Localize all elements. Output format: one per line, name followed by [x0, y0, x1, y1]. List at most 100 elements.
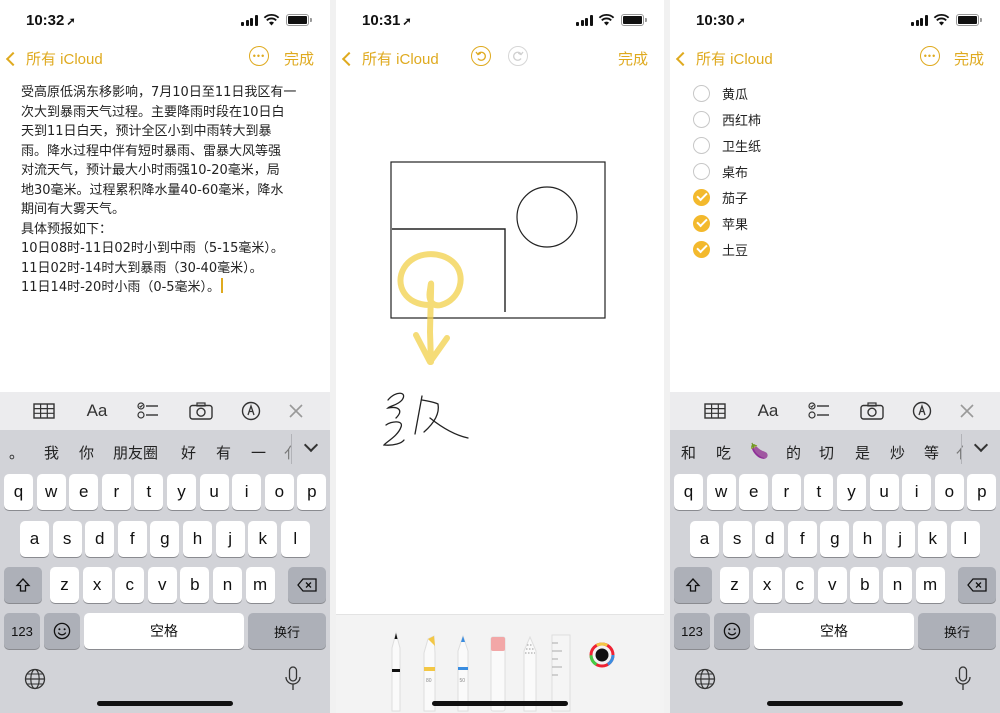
- more-icon[interactable]: •••: [249, 46, 269, 66]
- key-w[interactable]: w: [36, 474, 66, 510]
- checklist-item[interactable]: 黄瓜: [693, 80, 1000, 106]
- done-button[interactable]: 完成: [954, 48, 984, 69]
- unchecked-circle-icon[interactable]: [693, 110, 710, 128]
- table-icon[interactable]: [704, 401, 726, 421]
- numbers-key[interactable]: 123: [4, 613, 40, 649]
- candidate-word[interactable]: 是: [855, 442, 870, 463]
- key-u[interactable]: u: [199, 474, 229, 510]
- checked-circle-icon[interactable]: [693, 188, 710, 206]
- key-j[interactable]: j: [215, 521, 245, 557]
- key-e[interactable]: e: [69, 474, 99, 510]
- key-f[interactable]: f: [787, 521, 817, 557]
- key-x[interactable]: x: [752, 567, 782, 603]
- key-a[interactable]: a: [20, 521, 49, 557]
- key-x[interactable]: x: [82, 567, 112, 603]
- key-w[interactable]: w: [706, 474, 736, 510]
- key-r[interactable]: r: [771, 474, 801, 510]
- done-button[interactable]: 完成: [284, 48, 314, 69]
- key-i[interactable]: i: [902, 474, 932, 510]
- redo-icon[interactable]: [508, 46, 528, 66]
- key-z[interactable]: z: [50, 567, 79, 603]
- checklist-item[interactable]: 西红柿: [693, 106, 1000, 132]
- back-button[interactable]: 所有 iCloud: [675, 48, 773, 69]
- checklist-item[interactable]: 土豆: [693, 236, 1000, 262]
- key-n[interactable]: n: [883, 567, 912, 603]
- delete-key[interactable]: [958, 567, 996, 603]
- key-r[interactable]: r: [101, 474, 131, 510]
- key-h[interactable]: h: [183, 521, 212, 557]
- candidate-word[interactable]: 一: [251, 442, 266, 463]
- key-k[interactable]: k: [918, 521, 948, 557]
- key-i[interactable]: i: [232, 474, 262, 510]
- key-p[interactable]: p: [297, 474, 327, 510]
- candidate-word[interactable]: 切: [819, 442, 834, 463]
- candidate-word[interactable]: 吃: [716, 442, 731, 463]
- candidate-word[interactable]: 好: [181, 442, 196, 463]
- key-c[interactable]: c: [115, 567, 145, 603]
- space-key[interactable]: 空格: [754, 613, 914, 649]
- key-y[interactable]: y: [837, 474, 866, 510]
- shift-key[interactable]: [4, 567, 42, 603]
- return-key[interactable]: 换行: [248, 613, 326, 649]
- done-button[interactable]: 完成: [618, 48, 648, 69]
- checklist-item[interactable]: 卫生纸: [693, 132, 1000, 158]
- key-g[interactable]: g: [150, 521, 180, 557]
- undo-icon[interactable]: [471, 46, 491, 66]
- checklist-item[interactable]: 茄子: [693, 184, 1000, 210]
- color-picker-icon[interactable]: [589, 642, 615, 668]
- ruler-tool[interactable]: [551, 634, 571, 712]
- pencil-tool[interactable]: 50: [457, 634, 469, 712]
- checklist-icon[interactable]: [808, 401, 830, 421]
- candidate-word[interactable]: 🍆: [750, 442, 769, 460]
- format-button[interactable]: Aa: [756, 401, 780, 421]
- key-m[interactable]: m: [915, 567, 945, 603]
- key-j[interactable]: j: [885, 521, 915, 557]
- candidate-word[interactable]: 和: [681, 442, 696, 463]
- key-s[interactable]: s: [722, 521, 752, 557]
- candidate-word[interactable]: 亻: [956, 442, 971, 463]
- numbers-key[interactable]: 123: [674, 613, 710, 649]
- chevron-down-icon[interactable]: [973, 437, 989, 453]
- candidate-word[interactable]: 炒: [890, 442, 905, 463]
- pen-tool[interactable]: [391, 631, 401, 712]
- microphone-icon[interactable]: [954, 666, 972, 696]
- key-g[interactable]: g: [820, 521, 850, 557]
- checklist-icon[interactable]: [137, 401, 159, 421]
- markup-pen-icon[interactable]: [911, 401, 933, 421]
- checklist-item[interactable]: 苹果: [693, 210, 1000, 236]
- return-key[interactable]: 换行: [918, 613, 996, 649]
- key-t[interactable]: t: [134, 474, 164, 510]
- key-o[interactable]: o: [934, 474, 964, 510]
- candidate-word[interactable]: 我: [44, 442, 59, 463]
- candidate-word[interactable]: 。: [9, 442, 24, 463]
- key-c[interactable]: c: [785, 567, 815, 603]
- camera-icon[interactable]: [860, 401, 884, 421]
- candidate-word[interactable]: 你: [79, 442, 94, 463]
- back-button[interactable]: 所有 iCloud: [341, 48, 439, 69]
- checked-circle-icon[interactable]: [693, 214, 710, 232]
- candidate-word[interactable]: 等: [924, 442, 939, 463]
- emoji-key[interactable]: [44, 613, 80, 649]
- microphone-icon[interactable]: [284, 666, 302, 696]
- table-icon[interactable]: [33, 401, 55, 421]
- shift-key[interactable]: [674, 567, 712, 603]
- key-z[interactable]: z: [720, 567, 749, 603]
- key-n[interactable]: n: [213, 567, 242, 603]
- format-button[interactable]: Aa: [85, 401, 109, 421]
- globe-icon[interactable]: [694, 668, 716, 694]
- candidate-word[interactable]: 朋友圈: [113, 442, 158, 463]
- key-b[interactable]: b: [850, 567, 880, 603]
- key-o[interactable]: o: [264, 474, 294, 510]
- space-key[interactable]: 空格: [84, 613, 244, 649]
- key-m[interactable]: m: [245, 567, 275, 603]
- marker-tool[interactable]: 80: [423, 635, 436, 712]
- key-k[interactable]: k: [248, 521, 278, 557]
- key-s[interactable]: s: [52, 521, 82, 557]
- key-h[interactable]: h: [853, 521, 882, 557]
- globe-icon[interactable]: [24, 668, 46, 694]
- lasso-tool[interactable]: [523, 635, 537, 712]
- key-p[interactable]: p: [967, 474, 997, 510]
- delete-key[interactable]: [288, 567, 326, 603]
- more-icon[interactable]: •••: [920, 46, 940, 66]
- key-t[interactable]: t: [804, 474, 834, 510]
